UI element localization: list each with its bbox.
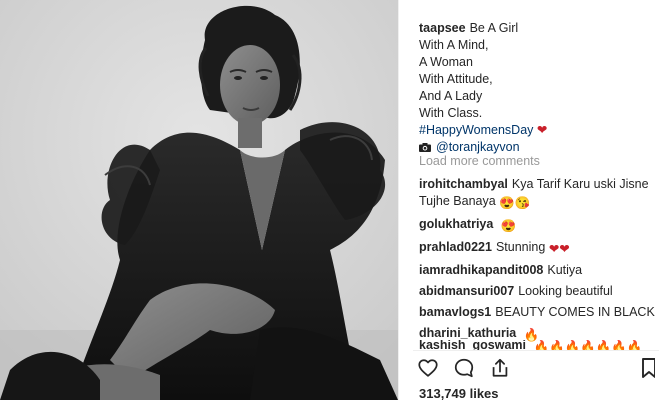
photo-illustration [0, 0, 398, 400]
likes-count[interactable]: 313,749 likes [419, 386, 499, 400]
caption-line: With Attitude, [419, 72, 493, 86]
camera-icon [419, 143, 431, 152]
comment-emoji: 🔥🔥🔥🔥🔥🔥🔥 [533, 340, 643, 350]
comment-username[interactable]: bamavlogs1 [419, 305, 491, 319]
photo-credit-link[interactable]: @toranjkayvon [436, 140, 520, 154]
caption-username[interactable]: taapsee [419, 21, 466, 35]
comment-username[interactable]: irohitchambyal [419, 177, 508, 191]
caption-line: A Woman [419, 55, 473, 69]
post-caption: taapsee Be A Girl With A Mind, A Woman Wi… [419, 20, 655, 156]
caption-line: And A Lady [419, 89, 483, 103]
comment-item: bamavlogs1 BEAUTY COMES IN BLACK [419, 304, 655, 321]
comment-text: Stunning [495, 240, 546, 254]
comment-text: BEAUTY COMES IN BLACK [495, 305, 655, 319]
bookmark-icon[interactable] [641, 357, 655, 379]
comment-username[interactable]: abidmansuri007 [419, 284, 514, 298]
comment-item: golukhatriya 😍 [419, 216, 655, 235]
comment-item-partial: kashish_goswami 🔥🔥🔥🔥🔥🔥🔥 [419, 340, 659, 350]
comment-username[interactable]: kashish_goswami [419, 340, 526, 350]
share-icon[interactable] [489, 357, 511, 379]
actions-divider [413, 350, 659, 351]
comment-emoji: 😍 [500, 219, 517, 233]
comment-item: irohitchambyal Kya Tarif Karu uski Jisne … [419, 176, 655, 212]
load-more-comments-link[interactable]: Load more comments [419, 154, 540, 168]
caption-line: taapsee Be A Girl [419, 20, 655, 37]
caption-text: Be A Girl [469, 21, 519, 35]
heart-emoji: ❤ [536, 123, 548, 137]
comment-username[interactable]: prahlad0221 [419, 240, 492, 254]
instagram-post: taapsee Be A Girl With A Mind, A Woman Wi… [0, 0, 659, 400]
comment-emoji: ❤❤ [548, 242, 570, 256]
comment-username[interactable]: iamradhikapandit008 [419, 263, 543, 277]
comment-bubble-icon[interactable] [453, 357, 475, 379]
comment-emoji: 😍😘 [499, 196, 531, 210]
caption-line: With A Mind, [419, 38, 489, 52]
comment-list: irohitchambyal Kya Tarif Karu uski Jisne … [419, 176, 655, 348]
heart-outline-icon[interactable] [417, 357, 439, 379]
comment-item: abidmansuri007 Looking beautiful [419, 283, 655, 300]
caption-line: With Class. [419, 106, 483, 120]
comment-username[interactable]: dharini_kathuria [419, 326, 516, 340]
hashtag-link[interactable]: #HappyWomensDay [419, 123, 533, 137]
post-side-panel: taapsee Be A Girl With A Mind, A Woman Wi… [398, 0, 659, 400]
caption-hashtag-line: #HappyWomensDay ❤ [419, 122, 655, 139]
comment-item: prahlad0221 Stunning ❤❤ [419, 239, 655, 258]
comment-text: Kutiya [547, 263, 583, 277]
partial-comment-content: kashish_goswami 🔥🔥🔥🔥🔥🔥🔥 [419, 340, 659, 350]
comment-text: Looking beautiful [518, 284, 613, 298]
post-photo[interactable] [0, 0, 398, 400]
comment-item: iamradhikapandit008 Kutiya [419, 262, 655, 279]
comment-username[interactable]: golukhatriya [419, 217, 493, 231]
